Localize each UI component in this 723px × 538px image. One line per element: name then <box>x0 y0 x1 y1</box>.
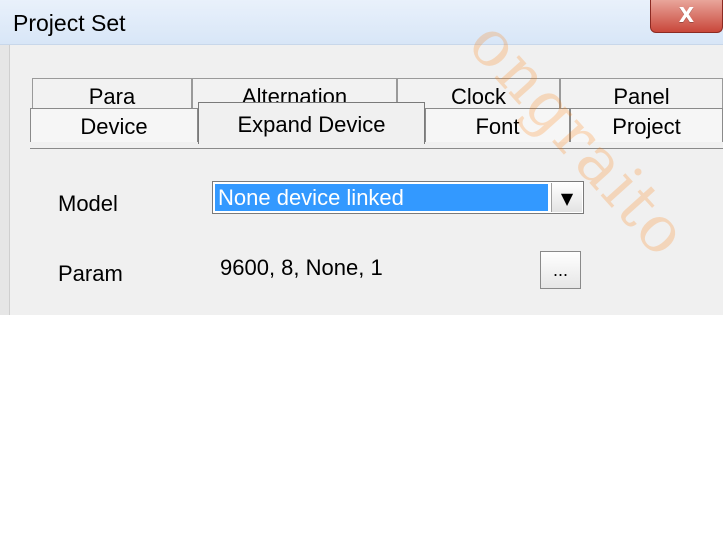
model-label: Model <box>58 191 118 216</box>
close-icon: X <box>678 3 695 27</box>
param-label: Param <box>58 261 123 286</box>
tab-strip: Para Alternation Clock Panel Device Expa… <box>30 78 723 148</box>
tab-label: Device <box>80 114 148 139</box>
param-value: 9600, 8, None, 1 <box>220 255 383 280</box>
tab-label: Clock <box>450 84 506 109</box>
param-browse-button[interactable]: ... <box>540 251 581 289</box>
tab-para[interactable]: Para <box>32 78 192 110</box>
title-bar: Project Set X <box>0 0 723 45</box>
window-left-frame <box>0 45 10 315</box>
tab-label: Expand Device <box>237 112 386 137</box>
window-title: Project Set <box>13 10 126 36</box>
tab-label: Panel <box>613 84 670 109</box>
tab-pane-expand-device <box>30 148 723 315</box>
tab-project[interactable]: Project <box>570 108 723 142</box>
dropdown-arrow-icon: ▼ <box>560 188 574 208</box>
tab-expand-device[interactable]: Expand Device <box>198 102 425 144</box>
dropdown-button[interactable]: ▼ <box>551 183 582 212</box>
tab-panel[interactable]: Panel <box>560 78 723 110</box>
tab-label: Font <box>475 114 520 139</box>
tab-device[interactable]: Device <box>30 108 198 142</box>
tab-font[interactable]: Font <box>425 108 570 142</box>
tab-label: Para <box>88 84 136 109</box>
model-dropdown[interactable]: None device linked ▼ <box>212 181 584 214</box>
close-button[interactable]: X <box>650 0 723 33</box>
model-selected-value: None device linked <box>215 184 548 211</box>
tab-label: Project <box>612 114 681 139</box>
